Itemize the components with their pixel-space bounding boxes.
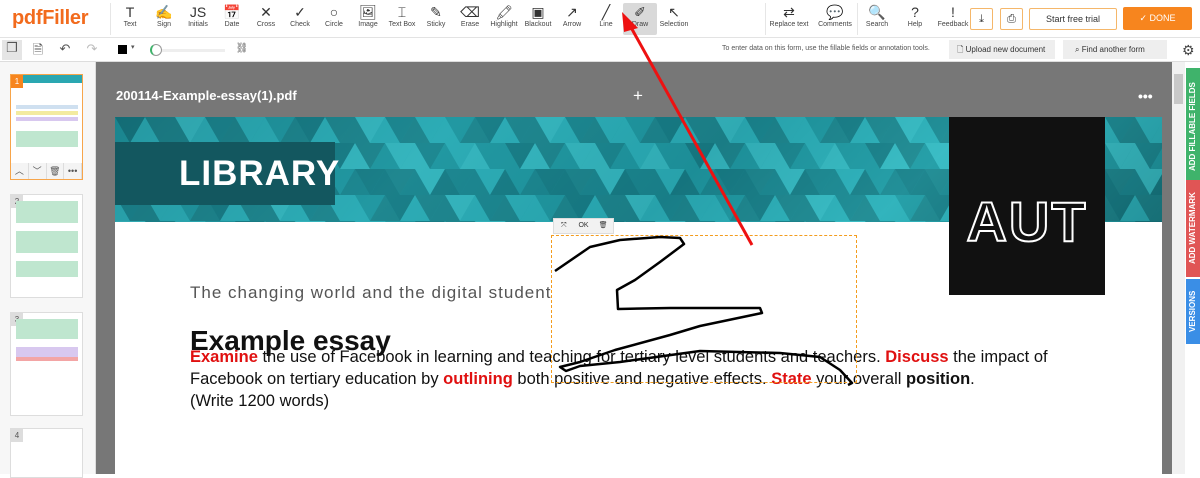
ok-button[interactable]: OK — [574, 219, 594, 233]
freehand-drawing[interactable] — [0, 0, 1200, 474]
versions-tab[interactable]: VERSIONS — [1186, 279, 1200, 344]
arrow-head-icon — [622, 12, 638, 32]
drawing-mini-toolbar: ⤧ OK 🗑 — [553, 218, 614, 234]
move-icon[interactable]: ⤧ — [554, 219, 574, 233]
scrollbar-thumb[interactable] — [1174, 74, 1183, 104]
annotation-arrow — [626, 21, 754, 246]
add-fillable-fields-tab[interactable]: ADD FILLABLE FIELDS — [1186, 68, 1200, 186]
add-watermark-tab[interactable]: ADD WATERMARK — [1186, 180, 1200, 277]
trash-icon[interactable]: 🗑 — [593, 219, 613, 233]
vertical-scrollbar[interactable] — [1172, 62, 1185, 474]
